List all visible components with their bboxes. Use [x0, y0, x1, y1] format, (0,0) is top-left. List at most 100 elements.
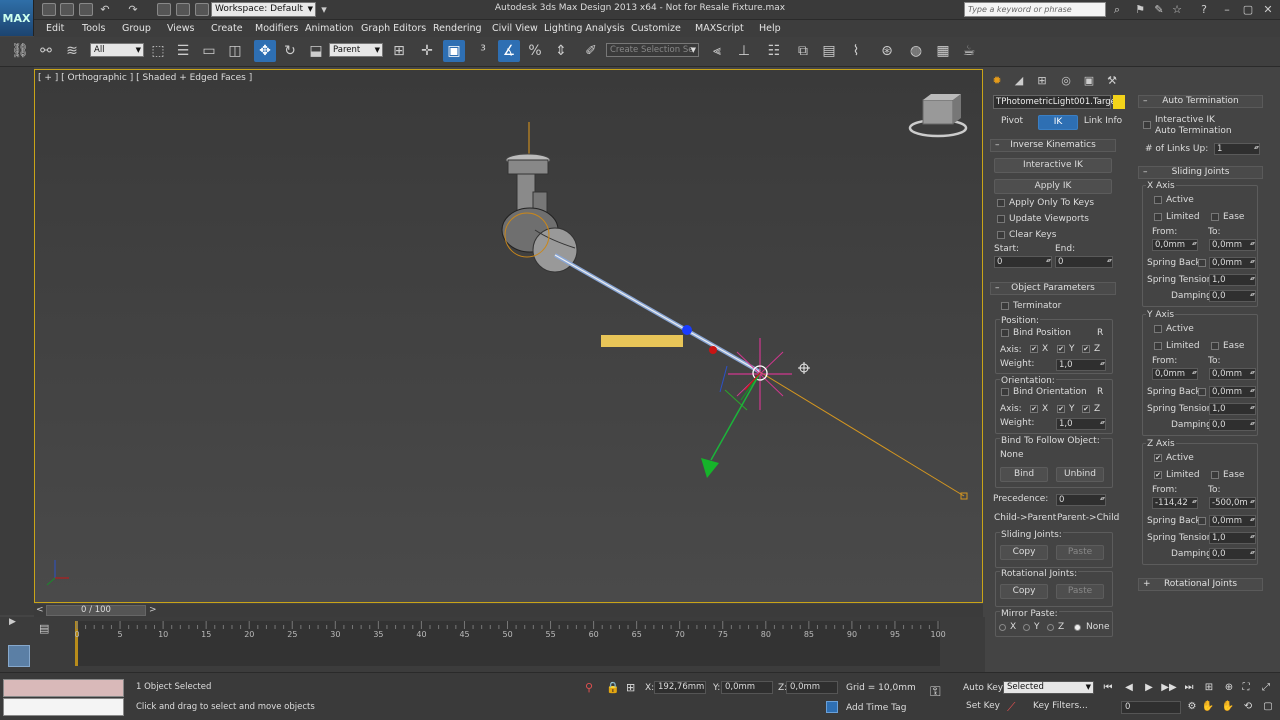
- menu-customize[interactable]: Customize: [625, 20, 687, 37]
- search-input[interactable]: Type a keyword or phrase: [964, 2, 1106, 17]
- link-icon[interactable]: ⛓: [9, 40, 31, 62]
- x-spring-tension-spinner[interactable]: 1,0: [1209, 274, 1256, 286]
- go-to-start-icon[interactable]: ⏮: [1100, 681, 1116, 695]
- time-tag-icon[interactable]: [826, 701, 838, 713]
- z-spring-tension-spinner[interactable]: 1,0: [1209, 532, 1256, 544]
- menu-civil-view[interactable]: Civil View: [486, 20, 544, 37]
- next-frame-icon[interactable]: ▶▶: [1161, 681, 1177, 695]
- pan-view-icon[interactable]: ✋: [1220, 700, 1236, 714]
- menu-views[interactable]: Views: [161, 20, 201, 37]
- menu-graph-editors[interactable]: Graph Editors: [355, 20, 432, 37]
- key-mode-toggle-icon[interactable]: ⊞: [1201, 681, 1217, 695]
- absolute-mode-icon[interactable]: ⊞: [626, 681, 635, 694]
- go-to-end-icon[interactable]: ⏭: [1181, 681, 1197, 695]
- bind-space-warp-icon[interactable]: ≋: [61, 40, 83, 62]
- orientation-y-checkbox[interactable]: ✔: [1057, 405, 1065, 413]
- set-key-filter-icon[interactable]: ⟋: [1007, 700, 1015, 715]
- update-viewports-checkbox[interactable]: [997, 215, 1005, 223]
- snaps-toggle-icon[interactable]: ³: [472, 40, 494, 62]
- edit-named-selection-icon[interactable]: ✐: [580, 40, 602, 62]
- bind-button[interactable]: Bind: [1000, 467, 1048, 482]
- project-folder-icon[interactable]: [195, 3, 209, 16]
- menu-modifiers[interactable]: Modifiers: [249, 20, 304, 37]
- z-ease-checkbox[interactable]: [1211, 471, 1219, 479]
- zoom-icon[interactable]: ⊕: [1221, 681, 1237, 695]
- position-x-checkbox[interactable]: ✔: [1030, 345, 1038, 353]
- chevron-down-icon[interactable]: ▾: [317, 3, 331, 16]
- key-icon[interactable]: ⚿: [930, 684, 941, 700]
- x-spring-back-checkbox[interactable]: [1198, 259, 1206, 267]
- object-color-swatch[interactable]: [1113, 95, 1125, 109]
- menu-rendering[interactable]: Rendering: [427, 20, 488, 37]
- child-parent-button[interactable]: Child->Parent: [994, 513, 1056, 523]
- minimize-icon[interactable]: –: [1220, 3, 1234, 16]
- select-object-icon[interactable]: ⬚: [147, 40, 169, 62]
- favorites-icon[interactable]: ☆: [1170, 3, 1184, 16]
- start-spinner[interactable]: 0: [994, 256, 1052, 268]
- menu-edit[interactable]: Edit: [40, 20, 70, 37]
- auto-termination-rollout-header[interactable]: – Auto Termination: [1138, 95, 1263, 108]
- object-name-field[interactable]: TPhotometricLight001.Target: [993, 95, 1119, 109]
- x-from-spinner[interactable]: 0,0mm: [1152, 239, 1198, 251]
- scene-explorer-icon[interactable]: ☷: [763, 40, 785, 62]
- menu-lighting-analysis[interactable]: Lighting Analysis: [538, 20, 631, 37]
- mirror-icon[interactable]: ⫷: [706, 40, 728, 62]
- add-time-tag-button[interactable]: Add Time Tag: [846, 703, 906, 713]
- angle-snap-icon[interactable]: ∡: [498, 40, 520, 62]
- open-file-icon[interactable]: [60, 3, 74, 16]
- position-y-checkbox[interactable]: ✔: [1057, 345, 1065, 353]
- workspace-dropdown[interactable]: Workspace: Default ▼: [211, 2, 316, 17]
- layer-manager-icon[interactable]: ⧉: [792, 40, 814, 62]
- auto-key-button[interactable]: Auto Key: [963, 683, 1003, 693]
- y-to-spinner[interactable]: 0,0mm: [1209, 368, 1256, 380]
- maximize-icon[interactable]: ▢: [1241, 3, 1255, 16]
- schematic-view-icon[interactable]: ⊛: [876, 40, 898, 62]
- bind-position-r-button[interactable]: R: [1097, 328, 1103, 338]
- bind-orientation-checkbox[interactable]: [1001, 388, 1009, 396]
- close-icon[interactable]: ✕: [1261, 3, 1275, 16]
- render-setup-icon[interactable]: ▦: [932, 40, 954, 62]
- position-weight-spinner[interactable]: 1,0: [1056, 359, 1106, 371]
- y-coord-field[interactable]: 0,0mm: [721, 681, 773, 694]
- z-coord-field[interactable]: 0,0mm: [786, 681, 838, 694]
- menu-create[interactable]: Create: [205, 20, 249, 37]
- keyboard-shortcut-override-icon[interactable]: ▣: [443, 40, 465, 62]
- curve-editor-icon[interactable]: ⌇: [845, 40, 867, 62]
- sliding-copy-button[interactable]: Copy: [1000, 545, 1048, 560]
- graphite-ribbon-icon[interactable]: ▤: [818, 40, 840, 62]
- y-spring-back-checkbox[interactable]: [1198, 388, 1206, 396]
- rotational-copy-button[interactable]: Copy: [1000, 584, 1048, 599]
- rotational-paste-button[interactable]: Paste: [1056, 584, 1104, 599]
- z-limited-checkbox[interactable]: ✔: [1154, 471, 1162, 479]
- orbit-icon[interactable]: ⟲: [1240, 700, 1256, 714]
- set-key-button[interactable]: Set Key: [966, 701, 1000, 711]
- z-from-spinner[interactable]: -114,42: [1152, 497, 1198, 509]
- zoom-extents-icon[interactable]: ⛶: [1238, 681, 1254, 695]
- communication-icon[interactable]: ✎: [1152, 3, 1166, 16]
- maximize-viewport-icon[interactable]: ▢: [1260, 700, 1276, 714]
- menu-maxscript[interactable]: MAXScript: [689, 20, 750, 37]
- apply-ik-button[interactable]: Apply IK: [994, 179, 1112, 194]
- rectangle-selection-icon[interactable]: ▭: [198, 40, 220, 62]
- x-spring-back-spinner[interactable]: 0,0mm: [1209, 257, 1256, 269]
- mirror-x-radio[interactable]: [999, 624, 1006, 631]
- target-gizmo[interactable]: [701, 338, 792, 478]
- render-icon[interactable]: ☕: [958, 40, 980, 62]
- interactive-ik-button[interactable]: Interactive IK: [994, 158, 1112, 173]
- create-tab-icon[interactable]: ✹: [988, 72, 1006, 89]
- save-file-icon[interactable]: [79, 3, 93, 16]
- pivot-center-icon[interactable]: ⊞: [388, 40, 410, 62]
- field-of-view-icon[interactable]: ✋: [1200, 700, 1216, 714]
- bind-position-checkbox[interactable]: [1001, 329, 1009, 337]
- z-damping-spinner[interactable]: 0,0: [1209, 548, 1256, 560]
- viewport-orthographic[interactable]: [ + ] [ Orthographic ] [ Shaded + Edged …: [34, 69, 983, 603]
- x-ease-checkbox[interactable]: [1211, 213, 1219, 221]
- x-active-checkbox[interactable]: [1154, 196, 1162, 204]
- time-prev-icon[interactable]: <: [36, 605, 44, 615]
- x-coord-field[interactable]: 192,76mm: [654, 681, 706, 694]
- sliding-paste-button[interactable]: Paste: [1056, 545, 1104, 560]
- y-active-checkbox[interactable]: [1154, 325, 1162, 333]
- time-slider-thumb[interactable]: 0 / 100: [46, 605, 146, 616]
- links-up-spinner[interactable]: 1: [1214, 143, 1260, 155]
- previous-frame-icon[interactable]: ◀: [1121, 681, 1137, 695]
